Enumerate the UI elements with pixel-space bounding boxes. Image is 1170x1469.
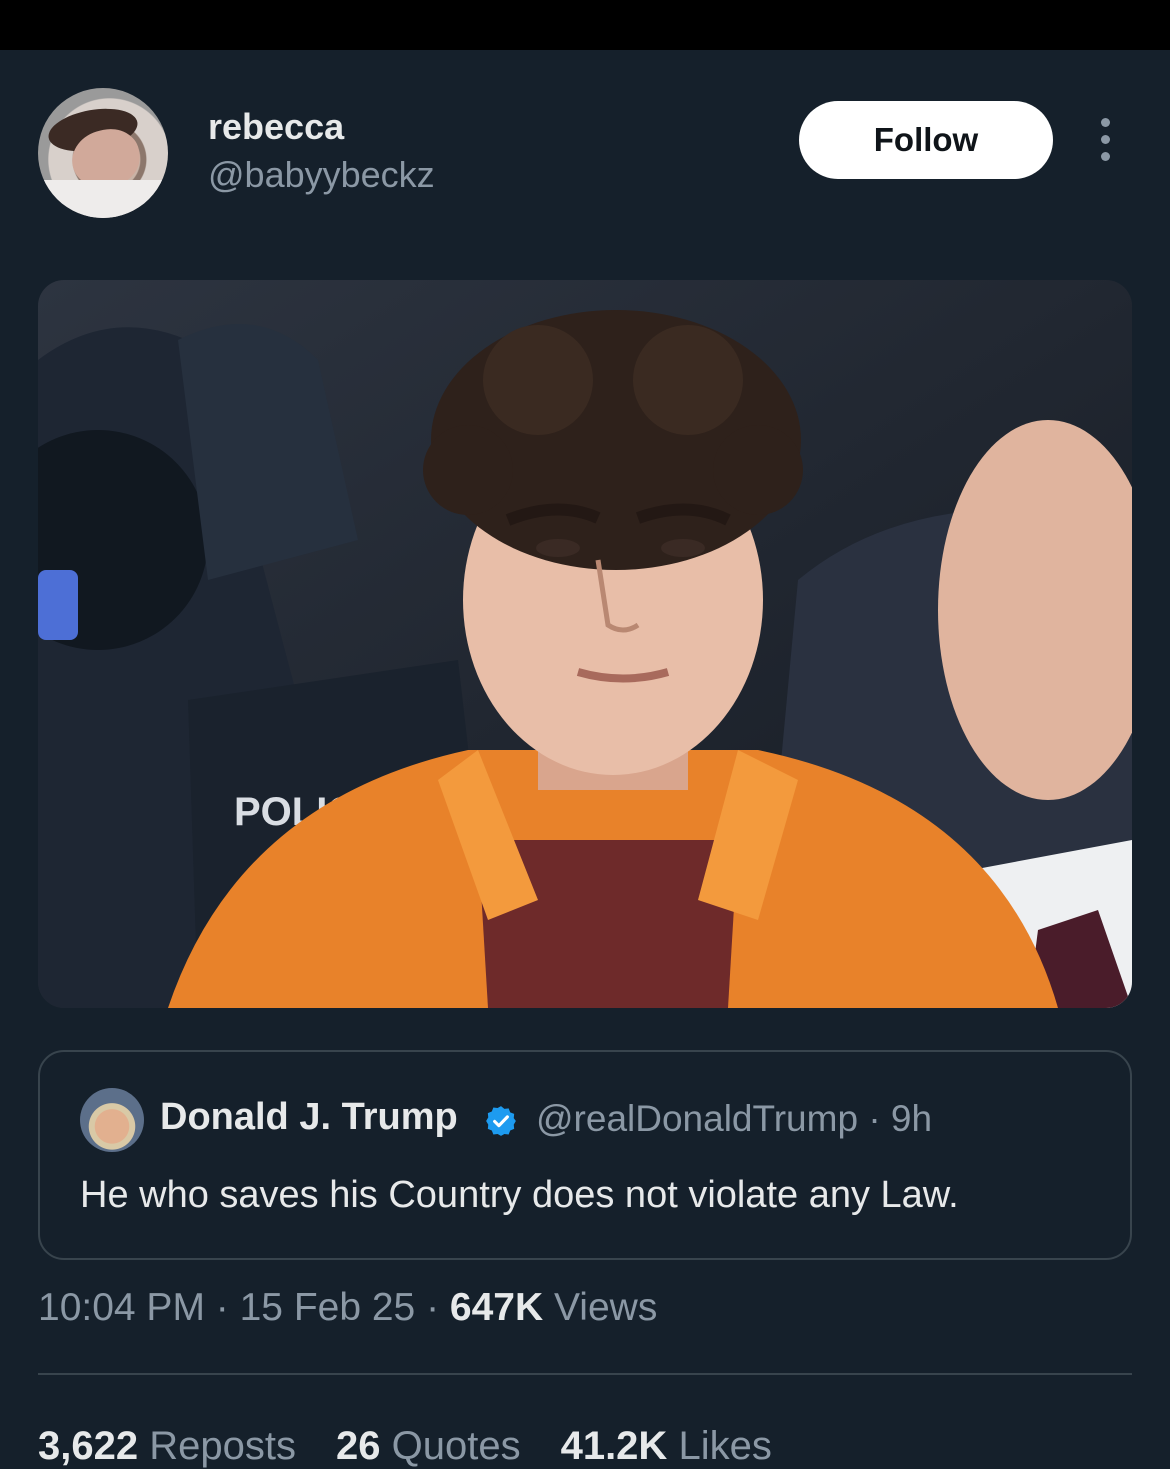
quotes-count: 26	[335, 1424, 381, 1468]
author-avatar[interactable]	[38, 88, 168, 218]
likes-label: Likes	[678, 1424, 772, 1468]
quoted-author-handle-time: @realDonaldTrump · 9h	[536, 1098, 933, 1139]
divider	[38, 1373, 1132, 1375]
follow-button[interactable]: Follow	[799, 101, 1053, 179]
engagement-stats: 3,622 Reposts 26 Quotes 41.2K Likes	[38, 1424, 772, 1469]
post-date[interactable]: 15 Feb 25	[240, 1286, 416, 1329]
quoted-author-avatar[interactable]	[80, 1088, 144, 1152]
status-bar	[0, 0, 1170, 50]
meta-separator: ·	[415, 1286, 450, 1329]
quotes-label: Quotes	[391, 1424, 521, 1468]
likes-count: 41.2K	[560, 1424, 668, 1468]
author-display-name[interactable]: rebecca	[208, 106, 344, 148]
quoted-author-name: Donald J. Trump	[160, 1096, 458, 1138]
reposts-count: 3,622	[38, 1424, 139, 1468]
meta-separator: ·	[204, 1286, 240, 1329]
post-photo-illustration: POLIC	[38, 280, 1132, 1008]
quoted-post-text: He who saves his Country does not violat…	[80, 1174, 959, 1216]
verified-badge-icon	[486, 1106, 516, 1136]
views-label: Views	[554, 1286, 658, 1329]
quoted-post-card[interactable]: Donald J. Trump @realDonaldTrump · 9h He…	[38, 1050, 1132, 1260]
author-handle[interactable]: @babyybeckz	[208, 154, 435, 196]
avatar-pillow	[38, 180, 168, 218]
post-image[interactable]: POLIC	[38, 280, 1132, 1008]
views-count: 647K	[449, 1286, 544, 1329]
reposts-stat[interactable]: 3,622 Reposts	[38, 1424, 296, 1468]
quotes-stat[interactable]: 26 Quotes	[336, 1424, 521, 1468]
likes-stat[interactable]: 41.2K Likes	[561, 1424, 772, 1468]
post-metadata: 10:04 PM · 15 Feb 25 · 647K Views	[38, 1286, 657, 1330]
more-options-icon[interactable]	[1093, 118, 1117, 164]
post-time[interactable]: 10:04 PM	[38, 1286, 205, 1329]
officer-visor	[38, 570, 78, 640]
reposts-label: Reposts	[149, 1424, 296, 1468]
